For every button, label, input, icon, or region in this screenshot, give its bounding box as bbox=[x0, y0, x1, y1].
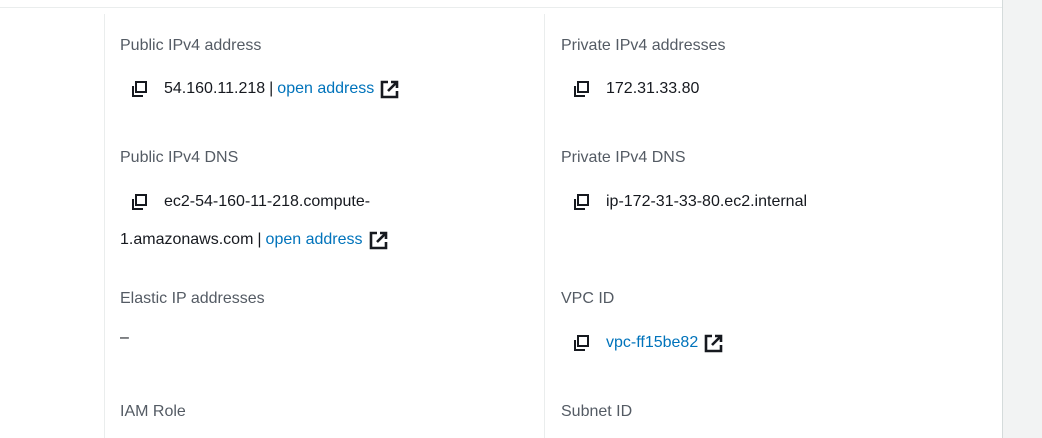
copy-icon[interactable] bbox=[572, 334, 590, 352]
elastic-ip-addresses-value: – bbox=[120, 329, 129, 346]
external-link-icon[interactable] bbox=[380, 80, 399, 99]
column-divider-left bbox=[104, 14, 105, 438]
top-divider bbox=[0, 7, 1002, 8]
private-ipv4-dns-label: Private IPv4 DNS bbox=[561, 149, 686, 166]
private-ipv4-dns-value: ip-172-31-33-80.ec2.internal bbox=[572, 192, 807, 212]
elastic-ip-addresses-label: Elastic IP addresses bbox=[120, 290, 265, 307]
public-ipv4-address-label: Public IPv4 address bbox=[120, 37, 262, 54]
copy-icon[interactable] bbox=[130, 193, 148, 211]
public-ipv4-dns-text-1: ec2-54-160-11-218.compute- bbox=[164, 193, 371, 210]
public-ipv4-dns-label: Public IPv4 DNS bbox=[120, 149, 239, 166]
right-gutter bbox=[1002, 0, 1042, 438]
copy-icon[interactable] bbox=[572, 193, 590, 211]
external-link-icon[interactable] bbox=[704, 334, 723, 353]
public-ipv4-address-value: 54.160.11.218 | open address bbox=[130, 79, 399, 99]
separator: | bbox=[269, 80, 274, 97]
private-ipv4-addresses-value: 172.31.33.80 bbox=[572, 79, 699, 99]
private-ipv4-dns-text: ip-172-31-33-80.ec2.internal bbox=[606, 193, 808, 210]
private-ipv4-address-text: 172.31.33.80 bbox=[606, 80, 700, 97]
copy-icon[interactable] bbox=[572, 80, 590, 98]
iam-role-label: IAM Role bbox=[120, 403, 186, 420]
public-ipv4-dns-text-2: 1.amazonaws.com bbox=[120, 231, 254, 248]
copy-icon[interactable] bbox=[130, 80, 148, 98]
vpc-id-link[interactable]: vpc-ff15be82 bbox=[606, 333, 698, 353]
private-ipv4-addresses-label: Private IPv4 addresses bbox=[561, 37, 726, 54]
public-ipv4-dns-value-line1: ec2-54-160-11-218.compute- bbox=[130, 192, 370, 212]
vpc-id-label: VPC ID bbox=[561, 290, 615, 307]
public-ipv4-address-text: 54.160.11.218 bbox=[164, 80, 266, 97]
public-ipv4-dns-value-line2: 1.amazonaws.com | open address bbox=[120, 230, 388, 250]
open-address-link[interactable]: open address bbox=[277, 79, 374, 99]
instance-details-panel: Public IPv4 address 54.160.11.218 | open… bbox=[0, 0, 1042, 438]
open-address-link[interactable]: open address bbox=[266, 230, 363, 250]
subnet-id-label: Subnet ID bbox=[561, 403, 633, 420]
vpc-id-value: vpc-ff15be82 bbox=[572, 333, 723, 353]
separator: | bbox=[257, 231, 262, 248]
column-divider-right bbox=[544, 14, 545, 438]
external-link-icon[interactable] bbox=[369, 231, 388, 250]
